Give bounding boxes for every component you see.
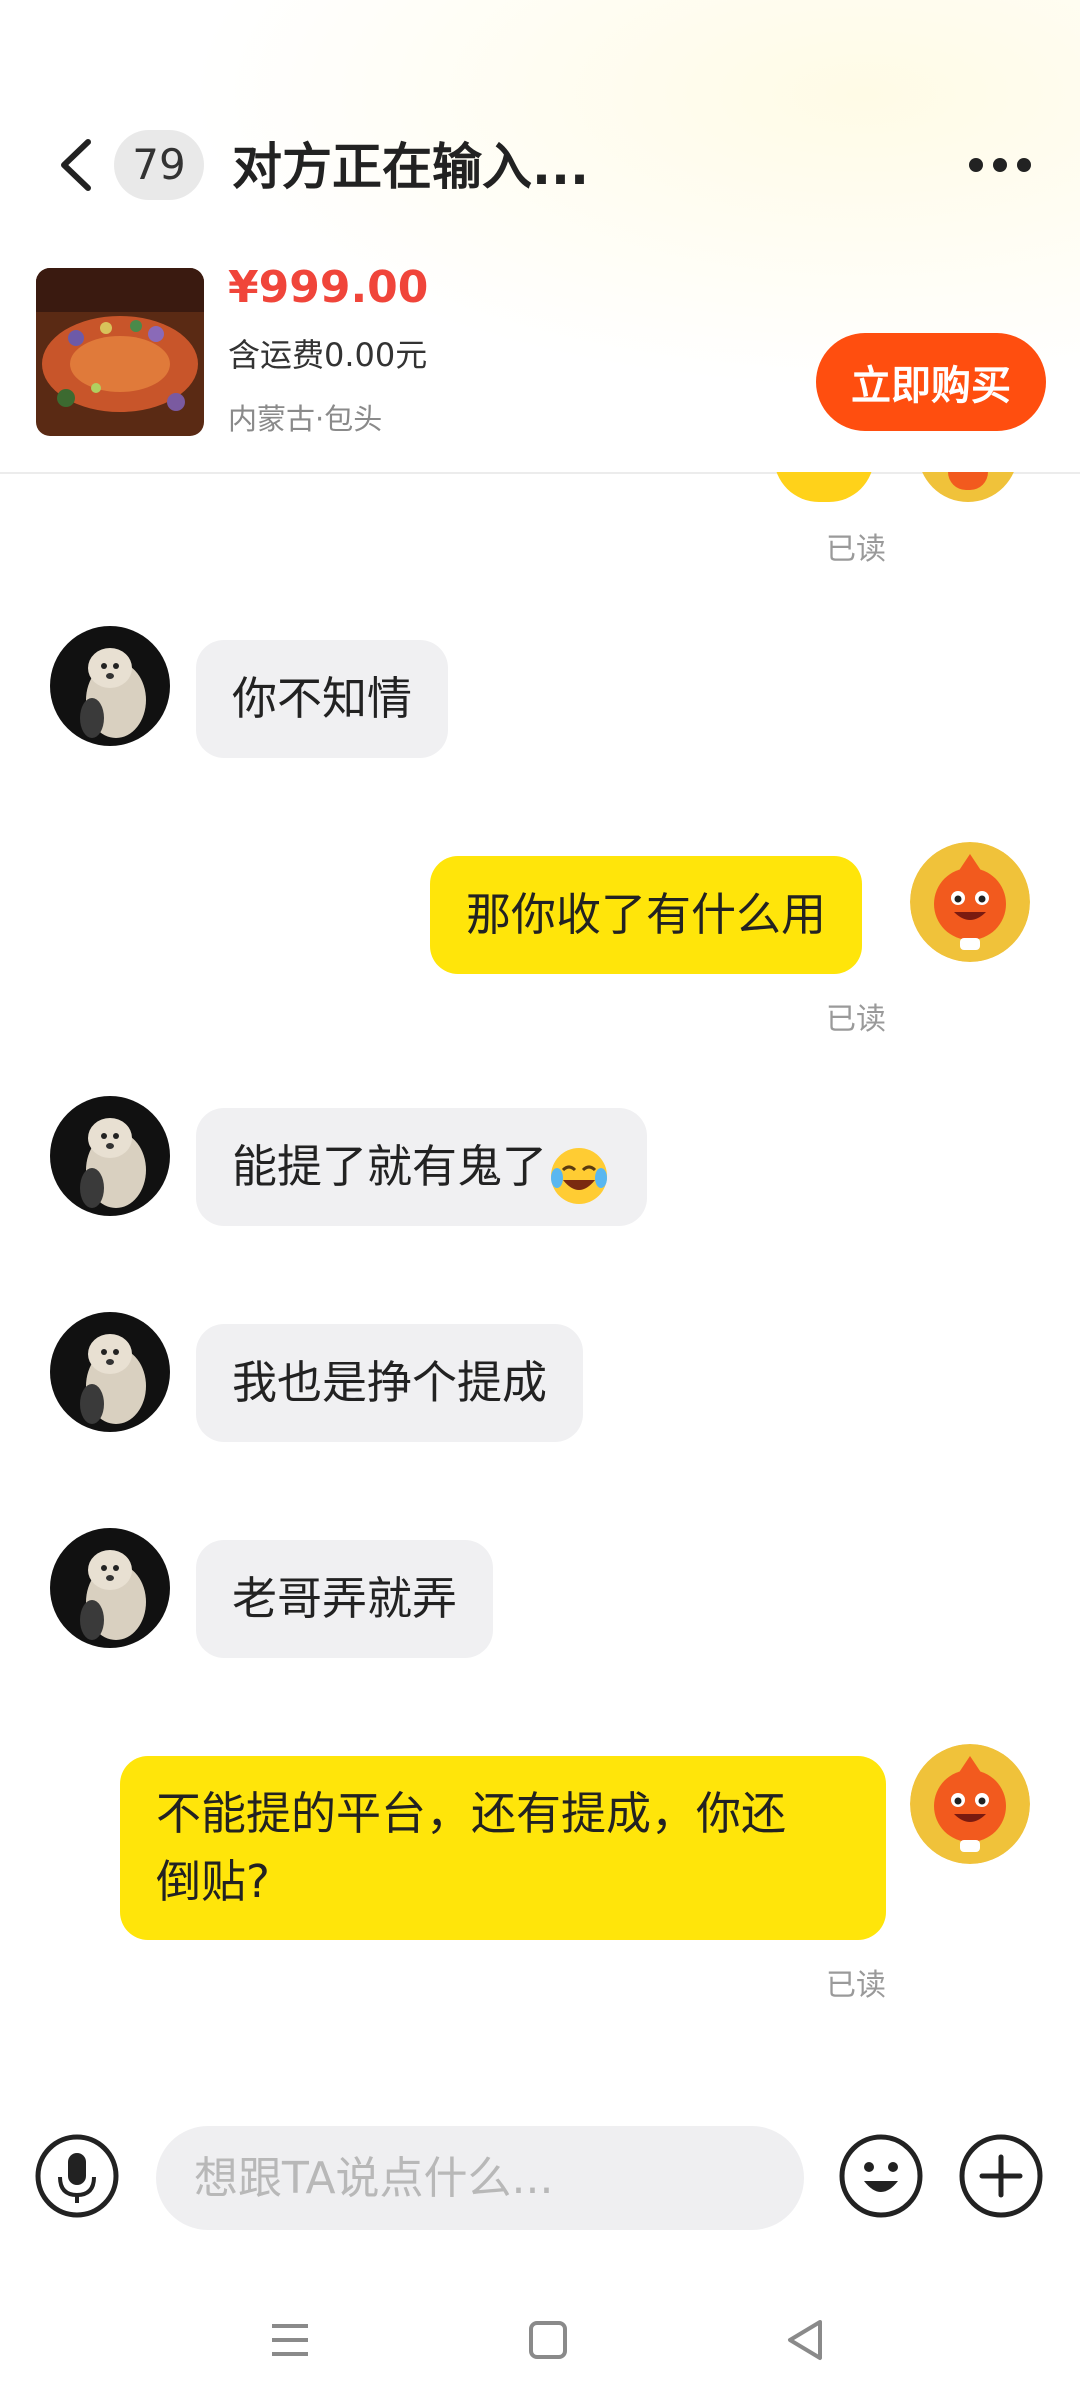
read-receipt: 已读 bbox=[826, 1002, 886, 1037]
emoji-icon bbox=[839, 2134, 923, 2218]
message-bubble-incoming[interactable]: 老哥弄就弄 bbox=[196, 1540, 494, 1658]
contact-avatar[interactable] bbox=[50, 1096, 170, 1216]
crying-laughing-emoji-icon bbox=[547, 1134, 611, 1204]
contact-avatar[interactable] bbox=[50, 1312, 170, 1432]
message-text-line: 不能提的平台，还有提成，你还 bbox=[156, 1787, 787, 1840]
message-input[interactable] bbox=[156, 2126, 804, 2230]
microphone-icon bbox=[35, 2134, 119, 2218]
chat-title: 对方正在输入... bbox=[232, 138, 589, 196]
message-bubble-outgoing[interactable]: 那你收了有什么用 bbox=[430, 856, 863, 974]
message-text-line: 倒贴? bbox=[156, 1855, 270, 1908]
more-actions-button[interactable] bbox=[958, 2133, 1044, 2219]
unread-count-badge[interactable]: 79 bbox=[114, 130, 204, 200]
product-thumbnail[interactable] bbox=[36, 268, 204, 436]
read-receipt: 已读 bbox=[826, 1968, 886, 2003]
my-avatar[interactable] bbox=[910, 1744, 1030, 1864]
buy-now-button[interactable]: 立即购买 bbox=[816, 333, 1046, 431]
contact-avatar[interactable] bbox=[50, 1528, 170, 1648]
read-receipt: 已读 bbox=[826, 532, 886, 567]
message-bubble-incoming[interactable]: 你不知情 bbox=[196, 640, 449, 758]
message-bubble-incoming[interactable]: 能提了就有鬼了 bbox=[196, 1108, 648, 1226]
message-bubble-outgoing[interactable]: 不能提的平台，还有提成，你还 倒贴? bbox=[120, 1756, 886, 1940]
contact-avatar[interactable] bbox=[50, 626, 170, 746]
back-icon bbox=[61, 139, 91, 191]
back-nav-button[interactable] bbox=[776, 2310, 836, 2370]
more-icon bbox=[969, 158, 1031, 172]
emoji-button[interactable] bbox=[838, 2133, 924, 2219]
back-button[interactable] bbox=[46, 130, 106, 200]
product-location: 内蒙古·包头 bbox=[228, 402, 383, 436]
home-nav-icon bbox=[529, 2321, 567, 2359]
chat-header: 79 对方正在输入... ¥999.00 含运费0.00元 内蒙古·包头 立即购… bbox=[0, 0, 1080, 474]
my-avatar[interactable] bbox=[910, 842, 1030, 962]
message-text: 能提了就有鬼了 bbox=[232, 1140, 548, 1193]
home-nav-button[interactable] bbox=[518, 2310, 578, 2370]
back-nav-icon bbox=[788, 2320, 822, 2360]
voice-input-button[interactable] bbox=[34, 2133, 120, 2219]
more-button[interactable] bbox=[960, 130, 1040, 200]
plus-icon bbox=[959, 2134, 1043, 2218]
shipping-fee: 含运费0.00元 bbox=[228, 336, 428, 374]
menu-nav-button[interactable] bbox=[260, 2310, 320, 2370]
product-price: ¥999.00 bbox=[228, 262, 429, 313]
previous-message-fragment bbox=[770, 472, 1040, 502]
menu-nav-icon bbox=[272, 2324, 308, 2356]
message-bubble-incoming[interactable]: 我也是挣个提成 bbox=[196, 1324, 584, 1442]
